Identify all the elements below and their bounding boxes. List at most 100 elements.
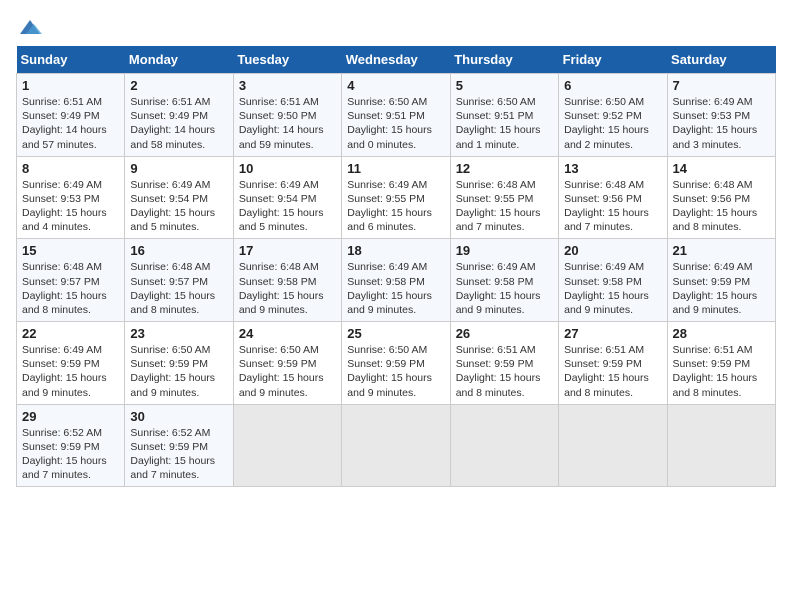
day-number: 13: [564, 161, 661, 176]
header-day-sunday: Sunday: [17, 46, 125, 74]
day-info: Sunrise: 6:49 AMSunset: 9:58 PMDaylight:…: [564, 260, 661, 317]
day-info: Sunrise: 6:48 AMSunset: 9:55 PMDaylight:…: [456, 178, 553, 235]
calendar-week-1: 1 Sunrise: 6:51 AMSunset: 9:49 PMDaylight…: [17, 74, 776, 157]
calendar-week-4: 22 Sunrise: 6:49 AMSunset: 9:59 PMDayligh…: [17, 322, 776, 405]
day-info: Sunrise: 6:50 AMSunset: 9:59 PMDaylight:…: [347, 343, 444, 400]
header-day-friday: Friday: [559, 46, 667, 74]
day-number: 11: [347, 161, 444, 176]
day-number: 8: [22, 161, 119, 176]
day-info: Sunrise: 6:48 AMSunset: 9:57 PMDaylight:…: [22, 260, 119, 317]
day-number: 25: [347, 326, 444, 341]
day-number: 12: [456, 161, 553, 176]
calendar-cell: 9 Sunrise: 6:49 AMSunset: 9:54 PMDaylight…: [125, 156, 233, 239]
calendar-cell: [233, 404, 341, 487]
day-number: 26: [456, 326, 553, 341]
header-row: SundayMondayTuesdayWednesdayThursdayFrid…: [17, 46, 776, 74]
day-number: 17: [239, 243, 336, 258]
header-day-tuesday: Tuesday: [233, 46, 341, 74]
day-info: Sunrise: 6:52 AMSunset: 9:59 PMDaylight:…: [130, 426, 227, 483]
calendar-cell: 8 Sunrise: 6:49 AMSunset: 9:53 PMDaylight…: [17, 156, 125, 239]
calendar-header: SundayMondayTuesdayWednesdayThursdayFrid…: [17, 46, 776, 74]
calendar-table: SundayMondayTuesdayWednesdayThursdayFrid…: [16, 46, 776, 487]
calendar-cell: 2Sunrise: 6:51 AMSunset: 9:49 PMDaylight…: [125, 74, 233, 157]
calendar-cell: 4 Sunrise: 6:50 AMSunset: 9:51 PMDaylight…: [342, 74, 450, 157]
calendar-week-2: 8 Sunrise: 6:49 AMSunset: 9:53 PMDaylight…: [17, 156, 776, 239]
header-day-saturday: Saturday: [667, 46, 775, 74]
day-info: Sunrise: 6:51 AMSunset: 9:49 PMDaylight:…: [22, 95, 119, 152]
calendar-cell: 19 Sunrise: 6:49 AMSunset: 9:58 PMDayligh…: [450, 239, 558, 322]
calendar-cell: [342, 404, 450, 487]
day-number: 29: [22, 409, 119, 424]
calendar-cell: 17 Sunrise: 6:48 AMSunset: 9:58 PMDayligh…: [233, 239, 341, 322]
calendar-cell: 5 Sunrise: 6:50 AMSunset: 9:51 PMDaylight…: [450, 74, 558, 157]
calendar-cell: 21Sunrise: 6:49 AMSunset: 9:59 PMDayligh…: [667, 239, 775, 322]
day-info: Sunrise: 6:49 AMSunset: 9:55 PMDaylight:…: [347, 178, 444, 235]
day-number: 14: [673, 161, 770, 176]
calendar-cell: [667, 404, 775, 487]
calendar-cell: 13 Sunrise: 6:48 AMSunset: 9:56 PMDayligh…: [559, 156, 667, 239]
header-day-thursday: Thursday: [450, 46, 558, 74]
calendar-cell: 23Sunrise: 6:50 AMSunset: 9:59 PMDayligh…: [125, 322, 233, 405]
day-number: 9: [130, 161, 227, 176]
calendar-cell: 22 Sunrise: 6:49 AMSunset: 9:59 PMDayligh…: [17, 322, 125, 405]
calendar-cell: 1 Sunrise: 6:51 AMSunset: 9:49 PMDaylight…: [17, 74, 125, 157]
calendar-cell: 14 Sunrise: 6:48 AMSunset: 9:56 PMDayligh…: [667, 156, 775, 239]
day-info: Sunrise: 6:49 AMSunset: 9:54 PMDaylight:…: [239, 178, 336, 235]
day-number: 6: [564, 78, 661, 93]
day-info: Sunrise: 6:51 AMSunset: 9:59 PMDaylight:…: [564, 343, 661, 400]
calendar-cell: 24 Sunrise: 6:50 AMSunset: 9:59 PMDayligh…: [233, 322, 341, 405]
day-info: Sunrise: 6:48 AMSunset: 9:57 PMDaylight:…: [130, 260, 227, 317]
day-info: Sunrise: 6:50 AMSunset: 9:51 PMDaylight:…: [347, 95, 444, 152]
day-info: Sunrise: 6:49 AMSunset: 9:59 PMDaylight:…: [22, 343, 119, 400]
day-info: Sunrise: 6:50 AMSunset: 9:59 PMDaylight:…: [239, 343, 336, 400]
day-number: 3: [239, 78, 336, 93]
day-number: 5: [456, 78, 553, 93]
page-header: [16, 16, 776, 38]
day-number: 22: [22, 326, 119, 341]
calendar-cell: 27 Sunrise: 6:51 AMSunset: 9:59 PMDayligh…: [559, 322, 667, 405]
header-day-monday: Monday: [125, 46, 233, 74]
calendar-cell: 26 Sunrise: 6:51 AMSunset: 9:59 PMDayligh…: [450, 322, 558, 405]
day-info: Sunrise: 6:49 AMSunset: 9:53 PMDaylight:…: [22, 178, 119, 235]
day-number: 24: [239, 326, 336, 341]
day-info: Sunrise: 6:51 AMSunset: 9:59 PMDaylight:…: [456, 343, 553, 400]
logo: [16, 16, 48, 38]
header-day-wednesday: Wednesday: [342, 46, 450, 74]
day-info: Sunrise: 6:49 AMSunset: 9:58 PMDaylight:…: [456, 260, 553, 317]
calendar-cell: 11 Sunrise: 6:49 AMSunset: 9:55 PMDayligh…: [342, 156, 450, 239]
day-info: Sunrise: 6:49 AMSunset: 9:53 PMDaylight:…: [673, 95, 770, 152]
day-number: 16: [130, 243, 227, 258]
day-number: 20: [564, 243, 661, 258]
day-info: Sunrise: 6:48 AMSunset: 9:56 PMDaylight:…: [673, 178, 770, 235]
day-number: 30: [130, 409, 227, 424]
day-info: Sunrise: 6:49 AMSunset: 9:54 PMDaylight:…: [130, 178, 227, 235]
calendar-week-5: 29 Sunrise: 6:52 AMSunset: 9:59 PMDayligh…: [17, 404, 776, 487]
day-number: 23: [130, 326, 227, 341]
calendar-cell: 12 Sunrise: 6:48 AMSunset: 9:55 PMDayligh…: [450, 156, 558, 239]
calendar-cell: 28Sunrise: 6:51 AMSunset: 9:59 PMDayligh…: [667, 322, 775, 405]
day-info: Sunrise: 6:48 AMSunset: 9:56 PMDaylight:…: [564, 178, 661, 235]
calendar-cell: 16 Sunrise: 6:48 AMSunset: 9:57 PMDayligh…: [125, 239, 233, 322]
day-number: 28: [673, 326, 770, 341]
day-number: 7: [673, 78, 770, 93]
calendar-cell: 10 Sunrise: 6:49 AMSunset: 9:54 PMDayligh…: [233, 156, 341, 239]
day-info: Sunrise: 6:51 AMSunset: 9:50 PMDaylight:…: [239, 95, 336, 152]
calendar-cell: 3 Sunrise: 6:51 AMSunset: 9:50 PMDaylight…: [233, 74, 341, 157]
day-info: Sunrise: 6:52 AMSunset: 9:59 PMDaylight:…: [22, 426, 119, 483]
calendar-cell: [559, 404, 667, 487]
calendar-cell: 15Sunrise: 6:48 AMSunset: 9:57 PMDayligh…: [17, 239, 125, 322]
calendar-cell: 20 Sunrise: 6:49 AMSunset: 9:58 PMDayligh…: [559, 239, 667, 322]
day-number: 4: [347, 78, 444, 93]
day-info: Sunrise: 6:49 AMSunset: 9:59 PMDaylight:…: [673, 260, 770, 317]
calendar-cell: 7 Sunrise: 6:49 AMSunset: 9:53 PMDaylight…: [667, 74, 775, 157]
day-number: 1: [22, 78, 119, 93]
calendar-cell: 18Sunrise: 6:49 AMSunset: 9:58 PMDayligh…: [342, 239, 450, 322]
logo-icon: [16, 16, 44, 38]
day-number: 18: [347, 243, 444, 258]
day-number: 10: [239, 161, 336, 176]
day-info: Sunrise: 6:48 AMSunset: 9:58 PMDaylight:…: [239, 260, 336, 317]
day-info: Sunrise: 6:50 AMSunset: 9:51 PMDaylight:…: [456, 95, 553, 152]
day-number: 27: [564, 326, 661, 341]
day-number: 19: [456, 243, 553, 258]
calendar-cell: 29 Sunrise: 6:52 AMSunset: 9:59 PMDayligh…: [17, 404, 125, 487]
